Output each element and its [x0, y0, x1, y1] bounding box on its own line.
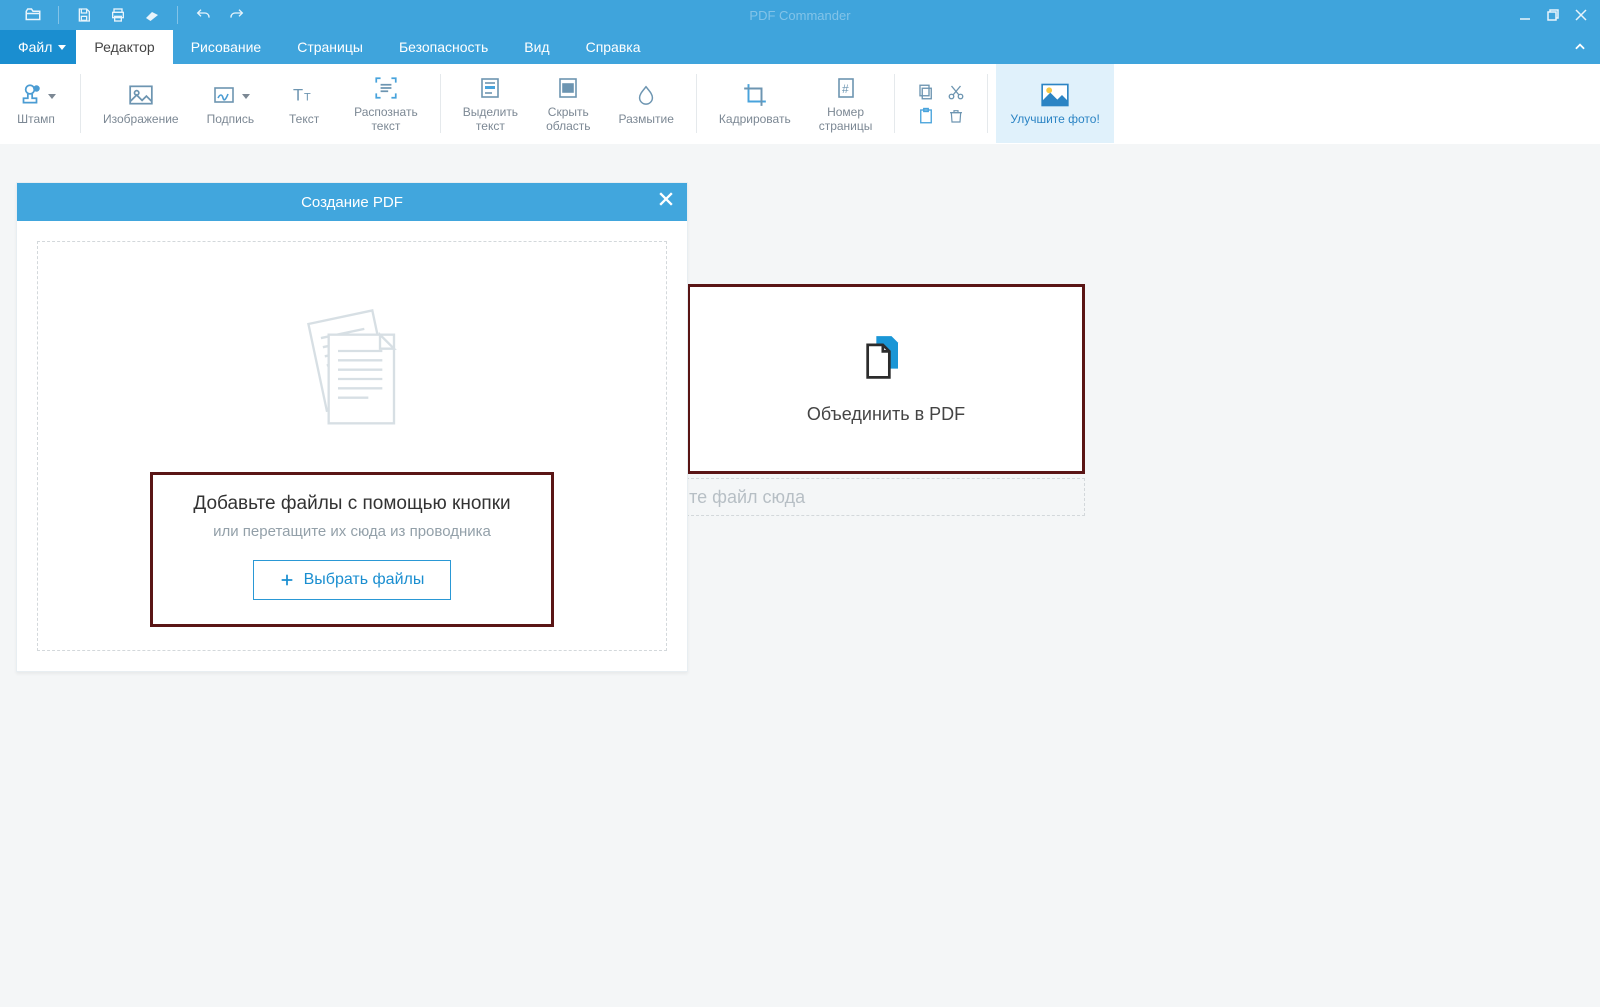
- highlight-icon: [476, 74, 504, 102]
- photo-icon: [1041, 81, 1069, 109]
- select-files-label: Выбрать файлы: [304, 571, 425, 589]
- enhance-photo-label: Улучшите фото!: [1010, 113, 1099, 127]
- menu-tabs: Файл Редактор Рисование Страницы Безопас…: [0, 30, 1600, 64]
- collapse-ribbon-button[interactable]: [1560, 30, 1600, 64]
- text-icon: TT: [290, 81, 318, 109]
- hide-icon: [554, 74, 582, 102]
- blur-label: Размытие: [619, 113, 674, 127]
- ocr-button[interactable]: Распознать текст: [340, 64, 432, 143]
- cut-icon[interactable]: [947, 82, 965, 102]
- pagenum-icon: #: [832, 74, 860, 102]
- tab-file-label: Файл: [18, 39, 52, 55]
- title-bar: PDF Commander: [0, 0, 1600, 30]
- close-button[interactable]: [1570, 4, 1592, 26]
- text-button[interactable]: TT Текст: [268, 64, 340, 143]
- blur-button[interactable]: Размытие: [605, 64, 688, 143]
- print-icon[interactable]: [101, 0, 135, 30]
- sign-icon: [210, 81, 238, 109]
- image-button[interactable]: Изображение: [89, 64, 193, 143]
- ocr-icon: [372, 74, 400, 102]
- merge-pdf-icon: [856, 334, 916, 384]
- save-icon[interactable]: [67, 0, 101, 30]
- main-area: Создать PDF Объединить в PDF Перетащите …: [0, 144, 1600, 1007]
- modal-close-button[interactable]: [659, 192, 673, 206]
- modal-heading: Добавьте файлы с помощью кнопки: [193, 493, 510, 515]
- tab-help[interactable]: Справка: [568, 30, 659, 64]
- tab-drawing[interactable]: Рисование: [173, 30, 280, 64]
- modal-title: Создание PDF: [301, 194, 403, 211]
- crop-label: Кадрировать: [719, 113, 791, 127]
- sign-label: Подпись: [207, 113, 255, 127]
- merge-pdf-label: Объединить в PDF: [807, 404, 965, 425]
- modal-subheading: или перетащите их сюда из проводника: [193, 523, 510, 540]
- highlight-button[interactable]: Выделить текст: [449, 64, 532, 143]
- stamp-icon: [16, 81, 44, 109]
- open-icon[interactable]: [16, 0, 50, 30]
- pagenum-label: Номер страницы: [819, 106, 873, 134]
- merge-pdf-card[interactable]: Объединить в PDF: [687, 284, 1085, 474]
- hide-button[interactable]: Скрыть область: [532, 64, 604, 143]
- minimize-button[interactable]: [1514, 4, 1536, 26]
- highlight-label: Выделить текст: [463, 106, 518, 134]
- undo-icon[interactable]: [186, 0, 220, 30]
- ocr-label: Распознать текст: [354, 106, 418, 134]
- text-label: Текст: [289, 113, 319, 127]
- documents-ghost-icon: [292, 302, 412, 442]
- svg-text:T: T: [304, 91, 311, 103]
- image-label: Изображение: [103, 113, 179, 127]
- select-files-button[interactable]: Выбрать файлы: [253, 560, 452, 600]
- chevron-down-icon: [58, 45, 66, 50]
- add-files-callout: Добавьте файлы с помощью кнопки или пере…: [150, 472, 553, 627]
- copy-icon[interactable]: [917, 82, 935, 102]
- sign-button[interactable]: Подпись: [193, 64, 269, 143]
- image-icon: [127, 81, 155, 109]
- blur-icon: [632, 81, 660, 109]
- maximize-button[interactable]: [1542, 4, 1564, 26]
- svg-text:T: T: [293, 86, 303, 104]
- chevron-down-icon: [242, 94, 250, 99]
- redo-icon[interactable]: [220, 0, 254, 30]
- tab-editor[interactable]: Редактор: [76, 30, 172, 64]
- crop-button[interactable]: Кадрировать: [705, 64, 805, 143]
- crop-icon: [741, 81, 769, 109]
- hide-label: Скрыть область: [546, 106, 590, 134]
- stamp-button[interactable]: Штамп: [0, 64, 72, 143]
- tab-view[interactable]: Вид: [506, 30, 567, 64]
- create-pdf-modal: Создание PDF Добавьте файлы с помощью кн…: [16, 182, 688, 672]
- pagenum-button[interactable]: # Номер страницы: [805, 64, 887, 143]
- tab-security[interactable]: Безопасность: [381, 30, 506, 64]
- ribbon-toolbar: Штамп Изображение Подпись TT Текст Распо…: [0, 64, 1600, 144]
- enhance-photo-button[interactable]: Улучшите фото!: [996, 64, 1113, 143]
- clipboard-group: [903, 64, 979, 143]
- modal-drop-zone[interactable]: Добавьте файлы с помощью кнопки или пере…: [37, 241, 667, 651]
- modal-title-bar: Создание PDF: [17, 183, 687, 221]
- paste-icon[interactable]: [917, 106, 935, 126]
- svg-text:#: #: [842, 82, 849, 96]
- tab-file[interactable]: Файл: [0, 30, 76, 64]
- chevron-down-icon: [48, 94, 56, 99]
- delete-icon[interactable]: [947, 106, 965, 126]
- tab-pages[interactable]: Страницы: [279, 30, 381, 64]
- quick-access: [0, 0, 254, 30]
- stamp-label: Штамп: [17, 113, 55, 127]
- clear-icon[interactable]: [135, 0, 169, 30]
